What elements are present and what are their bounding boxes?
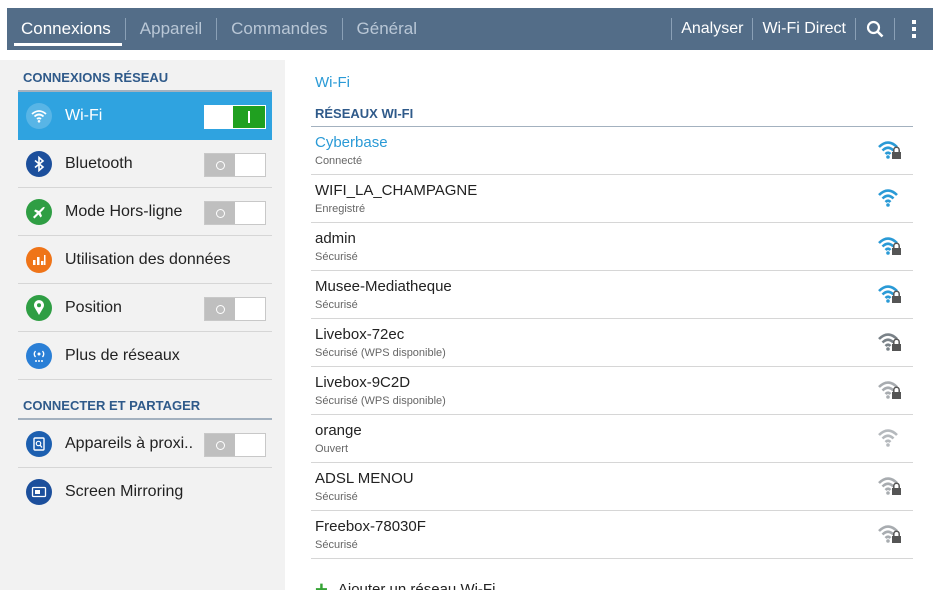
sidebar-item-label: Appareils à proxi.. bbox=[65, 434, 194, 452]
screen-mirroring-icon bbox=[26, 479, 52, 505]
add-network-label: Ajouter un réseau Wi-Fi bbox=[337, 581, 496, 590]
network-row[interactable]: Cyberbase Connecté bbox=[311, 127, 913, 175]
sidebar-item-airplane-mode[interactable]: Mode Hors-ligne bbox=[18, 188, 272, 236]
network-status: Sécurisé bbox=[315, 539, 358, 551]
wifi-signal-icon bbox=[877, 427, 903, 449]
wifi-locked-icon bbox=[877, 235, 903, 257]
network-status: Sécurisé bbox=[315, 251, 358, 263]
sidebar-item-label: Mode Hors-ligne bbox=[65, 202, 183, 220]
sidebar-item-data-usage[interactable]: Utilisation des données bbox=[18, 236, 272, 284]
network-status: Ouvert bbox=[315, 443, 349, 455]
network-status: Enregistré bbox=[315, 203, 366, 215]
data-usage-icon bbox=[26, 246, 52, 273]
sidebar-item-label: Position bbox=[65, 298, 122, 316]
location-toggle[interactable] bbox=[204, 297, 266, 321]
network-name: Livebox-72ec bbox=[315, 326, 405, 343]
wifi-icon bbox=[26, 103, 52, 129]
bluetooth-icon bbox=[26, 150, 52, 177]
sidebar-item-bluetooth[interactable]: Bluetooth bbox=[18, 140, 272, 188]
network-row[interactable]: Livebox-9C2D Sécurisé (WPS disponible) bbox=[311, 367, 913, 415]
more-networks-icon bbox=[26, 342, 52, 369]
airplane-mode-toggle[interactable] bbox=[204, 201, 266, 225]
sidebar-item-label: Plus de réseaux bbox=[65, 346, 180, 364]
network-status: Sécurisé (WPS disponible) bbox=[315, 395, 446, 407]
search-icon[interactable] bbox=[856, 8, 894, 50]
sidebar-item-label: Wi-Fi bbox=[65, 107, 103, 124]
network-name: WIFI_LA_CHAMPAGNE bbox=[315, 182, 478, 199]
network-name: Livebox-9C2D bbox=[315, 374, 411, 391]
network-row[interactable]: Musee-Mediatheque Sécurisé bbox=[311, 271, 913, 319]
section-header-networks: RÉSEAUX WI-FI bbox=[311, 103, 913, 127]
tab-connexions[interactable]: Connexions bbox=[7, 8, 125, 50]
sidebar-item-screen-mirroring[interactable]: Screen Mirroring bbox=[18, 468, 272, 516]
network-status: Sécurisé bbox=[315, 491, 358, 503]
network-name: Musee-Mediatheque bbox=[315, 278, 452, 295]
network-row[interactable]: Freebox-78030F Sécurisé bbox=[311, 511, 913, 559]
airplane-icon bbox=[26, 198, 52, 225]
sidebar-item-more-networks[interactable]: Plus de réseaux bbox=[18, 332, 272, 380]
page-title: Wi-Fi bbox=[315, 74, 350, 91]
sidebar-item-label: Utilisation des données bbox=[65, 250, 231, 268]
network-name: ADSL MENOU bbox=[315, 470, 414, 487]
section-header-network: CONNEXIONS RÉSEAU bbox=[18, 62, 272, 92]
tab-appareil[interactable]: Appareil bbox=[126, 8, 216, 50]
tab-general[interactable]: Général bbox=[343, 8, 431, 50]
nearby-devices-icon bbox=[26, 430, 52, 457]
network-row[interactable]: ADSL MENOU Sécurisé bbox=[311, 463, 913, 511]
network-row[interactable]: WIFI_LA_CHAMPAGNE Enregistré bbox=[311, 175, 913, 223]
tab-commandes[interactable]: Commandes bbox=[217, 8, 341, 50]
location-icon bbox=[26, 294, 52, 321]
wifi-locked-icon bbox=[877, 475, 903, 497]
plus-icon: + bbox=[315, 576, 328, 590]
settings-sidebar: CONNEXIONS RÉSEAU Wi-Fi Bluetooth Mode H… bbox=[0, 60, 285, 590]
network-name: admin bbox=[315, 230, 356, 247]
scan-button[interactable]: Analyser bbox=[672, 8, 752, 50]
wifi-locked-icon bbox=[877, 283, 903, 305]
network-name: Freebox-78030F bbox=[315, 518, 426, 535]
wifi-locked-icon bbox=[877, 379, 903, 401]
more-vert-icon[interactable] bbox=[895, 8, 933, 50]
sidebar-item-wifi[interactable]: Wi-Fi bbox=[18, 92, 272, 140]
network-status: Sécurisé (WPS disponible) bbox=[315, 347, 446, 359]
bluetooth-toggle[interactable] bbox=[204, 153, 266, 177]
network-name: orange bbox=[315, 422, 362, 439]
action-bar-inner: Connexions Appareil Commandes Général An… bbox=[7, 8, 933, 50]
wifi-locked-icon bbox=[877, 523, 903, 545]
network-status: Connecté bbox=[315, 155, 363, 167]
network-row[interactable]: admin Sécurisé bbox=[311, 223, 913, 271]
action-bar: Connexions Appareil Commandes Général An… bbox=[0, 0, 933, 60]
add-network-button[interactable]: + Ajouter un réseau Wi-Fi bbox=[315, 576, 496, 590]
network-row[interactable]: orange Ouvert bbox=[311, 415, 913, 463]
wifi-signal-icon bbox=[877, 187, 903, 209]
sidebar-item-location[interactable]: Position bbox=[18, 284, 272, 332]
wifi-locked-icon bbox=[877, 139, 903, 161]
wifi-panel: Wi-Fi RÉSEAUX WI-FI Cyberbase Connecté WIF… bbox=[285, 60, 933, 590]
wifi-toggle[interactable] bbox=[204, 105, 266, 129]
network-name: Cyberbase bbox=[315, 134, 388, 151]
sidebar-item-nearby-devices[interactable]: Appareils à proxi.. bbox=[18, 420, 272, 468]
sidebar-item-label: Bluetooth bbox=[65, 154, 133, 172]
sidebar-item-label: Screen Mirroring bbox=[65, 483, 184, 500]
network-status: Sécurisé bbox=[315, 299, 358, 311]
wifi-locked-icon bbox=[877, 331, 903, 353]
section-header-connect-share: CONNECTER ET PARTAGER bbox=[18, 390, 272, 420]
network-row[interactable]: Livebox-72ec Sécurisé (WPS disponible) bbox=[311, 319, 913, 367]
nearby-devices-toggle[interactable] bbox=[204, 433, 266, 457]
wifi-direct-button[interactable]: Wi-Fi Direct bbox=[753, 8, 855, 50]
